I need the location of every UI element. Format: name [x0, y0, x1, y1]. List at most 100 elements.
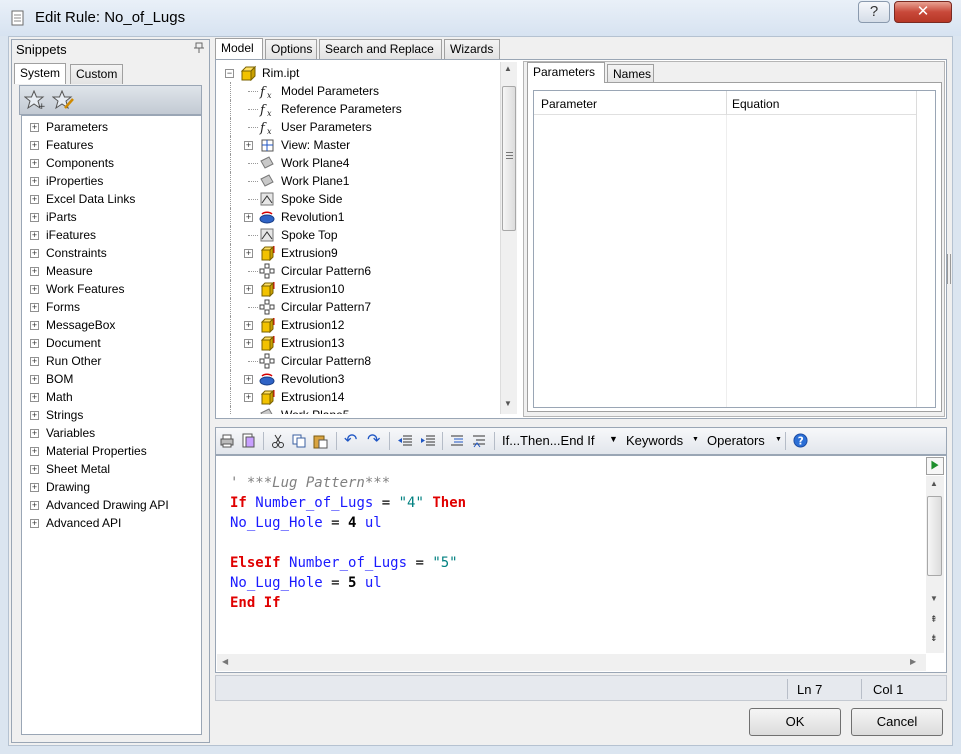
expand-icon[interactable]: +	[244, 285, 253, 294]
expand-icon[interactable]: +	[244, 321, 253, 330]
snippet-category[interactable]: + Advanced Drawing API	[22, 496, 200, 514]
editor-horizontal-scrollbar[interactable]: ◀ ▶	[217, 654, 926, 671]
tree-item[interactable]: Work Plane4	[218, 154, 498, 172]
tree-item[interactable]: Circular Pattern6	[218, 262, 498, 280]
expand-icon[interactable]: +	[30, 411, 39, 420]
expand-icon[interactable]: +	[30, 357, 39, 366]
snippet-category[interactable]: + Run Other	[22, 352, 200, 370]
expand-icon[interactable]: +	[30, 267, 39, 276]
expand-icon[interactable]: +	[30, 141, 39, 150]
expand-icon[interactable]: +	[30, 429, 39, 438]
expand-icon[interactable]: +	[244, 393, 253, 402]
chevron-down-icon[interactable]: ▼	[609, 434, 618, 444]
snippet-category[interactable]: + Forms	[22, 298, 200, 316]
add-snippet-icon[interactable]: +	[24, 90, 46, 110]
expand-icon[interactable]: +	[30, 339, 39, 348]
tree-item[interactable]: Circular Pattern8	[218, 352, 498, 370]
tree-item[interactable]: f x Reference Parameters	[218, 100, 498, 118]
snippet-category[interactable]: + Math	[22, 388, 200, 406]
edit-snippet-icon[interactable]	[52, 90, 74, 110]
keywords-menu[interactable]: Keywords	[626, 433, 683, 448]
expand-icon[interactable]: +	[244, 375, 253, 384]
model-tree[interactable]: − Rim.ipt f x Model Parameters f x Reference Pa…	[218, 62, 518, 414]
column-header-parameter[interactable]: Parameter	[541, 97, 597, 111]
expand-icon[interactable]: +	[244, 249, 253, 258]
tree-item[interactable]: f x User Parameters	[218, 118, 498, 136]
expand-icon[interactable]: +	[30, 285, 39, 294]
uncomment-icon[interactable]	[471, 433, 487, 449]
tab-custom[interactable]: Custom	[70, 64, 124, 84]
expand-icon[interactable]: +	[30, 501, 39, 510]
tree-item[interactable]: f x Model Parameters	[218, 82, 498, 100]
snippets-tree[interactable]: + Parameters + Features + Components + iPropert…	[21, 115, 202, 735]
code-editor[interactable]: ' ***Lug Pattern*** If Number_of_Lugs = "…	[215, 455, 947, 673]
expand-icon[interactable]: +	[30, 123, 39, 132]
expand-icon[interactable]: +	[30, 321, 39, 330]
tree-item[interactable]: + View: Master	[218, 136, 498, 154]
operators-menu[interactable]: Operators	[707, 433, 765, 448]
snippet-category[interactable]: + Document	[22, 334, 200, 352]
snippet-category[interactable]: + Strings	[22, 406, 200, 424]
tree-item[interactable]: Spoke Top	[218, 226, 498, 244]
cancel-button[interactable]: Cancel	[851, 708, 943, 736]
tree-item[interactable]: + Extrusion12	[218, 316, 498, 334]
expand-icon[interactable]: +	[30, 303, 39, 312]
snippet-category[interactable]: + Excel Data Links	[22, 190, 200, 208]
code-line[interactable]: ElseIf Number_of_Lugs = "5"	[230, 555, 458, 571]
tab-wizards[interactable]: Wizards	[444, 39, 500, 59]
expand-icon[interactable]: +	[30, 375, 39, 384]
scrollbar-thumb[interactable]	[502, 86, 516, 231]
snippet-category[interactable]: + Drawing	[22, 478, 200, 496]
expand-icon[interactable]: +	[30, 249, 39, 258]
undo-icon[interactable]: ↶	[344, 430, 357, 450]
snippet-category[interactable]: + Parameters	[22, 118, 200, 136]
scrollbar-thumb[interactable]	[927, 496, 942, 576]
print-icon[interactable]	[219, 433, 235, 449]
tree-item[interactable]: Circular Pattern7	[218, 298, 498, 316]
editor-vertical-scrollbar[interactable]: ▲ ▼ ⇞ ⇟	[926, 476, 944, 653]
panel-splitter[interactable]	[942, 72, 956, 322]
indent-icon[interactable]	[420, 433, 436, 449]
snippet-category[interactable]: + iFeatures	[22, 226, 200, 244]
expand-icon[interactable]: +	[30, 393, 39, 402]
tree-item[interactable]: + Extrusion13	[218, 334, 498, 352]
tab-options[interactable]: Options	[265, 39, 317, 59]
expand-icon[interactable]: +	[244, 339, 253, 348]
expand-icon[interactable]: +	[30, 519, 39, 528]
tree-item[interactable]: + Extrusion10	[218, 280, 498, 298]
help-icon[interactable]: ?	[793, 433, 808, 448]
expand-icon[interactable]: +	[244, 141, 253, 150]
snippet-category[interactable]: + Measure	[22, 262, 200, 280]
expand-icon[interactable]: +	[30, 177, 39, 186]
expand-icon[interactable]: +	[30, 447, 39, 456]
model-tree-scrollbar[interactable]: ▲ ▼	[500, 62, 517, 414]
if-then-end-if-button[interactable]: If...Then...End If	[502, 433, 595, 448]
tree-item[interactable]: + Extrusion14	[218, 388, 498, 406]
snippet-category[interactable]: + Variables	[22, 424, 200, 442]
snippet-category[interactable]: + Advanced API	[22, 514, 200, 532]
snippet-category[interactable]: + Constraints	[22, 244, 200, 262]
code-line[interactable]: End If	[230, 595, 281, 611]
tree-item[interactable]: Spoke Side	[218, 190, 498, 208]
cut-icon[interactable]	[270, 433, 286, 449]
tree-item[interactable]: + Revolution1	[218, 208, 498, 226]
snippet-category[interactable]: + iProperties	[22, 172, 200, 190]
snippet-category[interactable]: + Sheet Metal	[22, 460, 200, 478]
help-button[interactable]: ?	[858, 1, 890, 23]
close-button[interactable]: ✕	[894, 1, 952, 23]
tree-item[interactable]: Work Plane5	[218, 406, 498, 414]
collapse-icon[interactable]: −	[225, 69, 234, 78]
tab-search-and-replace[interactable]: Search and Replace	[319, 39, 442, 59]
snippet-category[interactable]: + BOM	[22, 370, 200, 388]
ok-button[interactable]: OK	[749, 708, 841, 736]
snippet-category[interactable]: + Work Features	[22, 280, 200, 298]
expand-icon[interactable]: +	[30, 159, 39, 168]
tab-parameters[interactable]: Parameters	[527, 62, 605, 83]
print-preview-icon[interactable]	[240, 433, 256, 449]
tree-item[interactable]: + Revolution3	[218, 370, 498, 388]
snippet-category[interactable]: + Components	[22, 154, 200, 172]
snippet-category[interactable]: + Features	[22, 136, 200, 154]
tree-item[interactable]: Work Plane1	[218, 172, 498, 190]
code-line[interactable]: No_Lug_Hole = 4 ul	[230, 515, 382, 531]
copy-icon[interactable]	[291, 433, 307, 449]
